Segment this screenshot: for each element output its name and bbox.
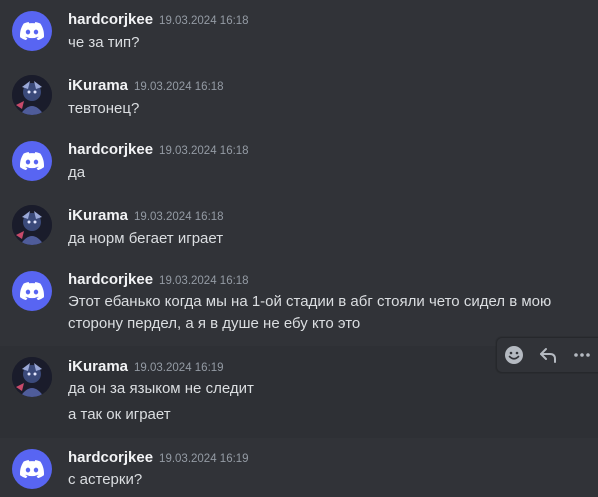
timestamp[interactable]: 19.03.2024 16:18 [134,211,224,223]
username[interactable]: iKurama [68,358,128,375]
message-group[interactable]: hardcorjkee 19.03.2024 16:18 че за тип? [0,0,598,64]
timestamp[interactable]: 19.03.2024 16:19 [159,453,249,465]
avatar[interactable] [12,205,52,245]
username[interactable]: hardcorjkee [68,449,153,466]
discord-logo-icon [20,282,44,300]
message-group[interactable]: hardcorjkee 19.03.2024 16:18 да [0,130,598,194]
anime-avatar-icon [12,75,52,115]
message-text: а так ок играет [68,406,171,423]
avatar[interactable] [12,357,52,397]
message-text: Этот ебанько когда мы на 1-ой стадии в а… [68,293,552,310]
username[interactable]: iKurama [68,77,128,94]
message-actions-toolbar [496,337,598,373]
timestamp[interactable]: 19.03.2024 16:19 [134,362,224,374]
avatar[interactable] [12,271,52,311]
timestamp[interactable]: 19.03.2024 16:18 [134,81,224,93]
message-header: hardcorjkee 19.03.2024 16:18 [68,271,249,289]
username[interactable]: hardcorjkee [68,141,153,158]
timestamp[interactable]: 19.03.2024 16:18 [159,145,249,157]
username[interactable]: hardcorjkee [68,11,153,28]
avatar[interactable] [12,11,52,51]
anime-avatar-icon [12,357,52,397]
reply-icon [540,348,556,363]
message-header: iKurama 19.03.2024 16:19 [68,358,224,376]
add-reaction-button[interactable] [500,341,528,369]
avatar[interactable] [12,141,52,181]
avatar[interactable] [12,449,52,489]
message-text: с астерки? [68,471,143,488]
message-text: сторону пердел, а я в душе не ебу кто эт… [68,315,361,332]
message-header: hardcorjkee 19.03.2024 16:19 [68,449,249,467]
message-text: да он за языком не следит [68,380,254,397]
message-group[interactable]: hardcorjkee 19.03.2024 16:18 Этот ебанько… [0,260,598,346]
discord-logo-icon [20,152,44,170]
message-group[interactable]: hardcorjkee 19.03.2024 16:19 с астерки? [0,438,598,497]
reply-button[interactable] [534,341,562,369]
anime-avatar-icon [12,205,52,245]
username[interactable]: hardcorjkee [68,271,153,288]
message-group[interactable]: iKurama 19.03.2024 16:18 да норм бегает и… [0,194,598,260]
message-text: да норм бегает играет [68,230,224,247]
discord-logo-icon [20,460,44,478]
avatar[interactable] [12,75,52,115]
message-header: hardcorjkee 19.03.2024 16:18 [68,141,249,159]
add-reaction-icon [505,346,523,364]
message-header: hardcorjkee 19.03.2024 16:18 [68,11,249,29]
message-group[interactable]: iKurama 19.03.2024 16:18 тевтонец? [0,64,598,130]
message-text: тевтонец? [68,100,140,117]
discord-logo-icon [20,22,44,40]
more-button[interactable] [568,341,596,369]
more-icon [574,353,590,357]
username[interactable]: iKurama [68,207,128,224]
message-header: iKurama 19.03.2024 16:18 [68,207,224,225]
message-text: да [68,164,86,181]
message-text: че за тип? [68,34,140,51]
timestamp[interactable]: 19.03.2024 16:18 [159,275,249,287]
message-header: iKurama 19.03.2024 16:18 [68,77,224,95]
timestamp[interactable]: 19.03.2024 16:18 [159,15,249,27]
